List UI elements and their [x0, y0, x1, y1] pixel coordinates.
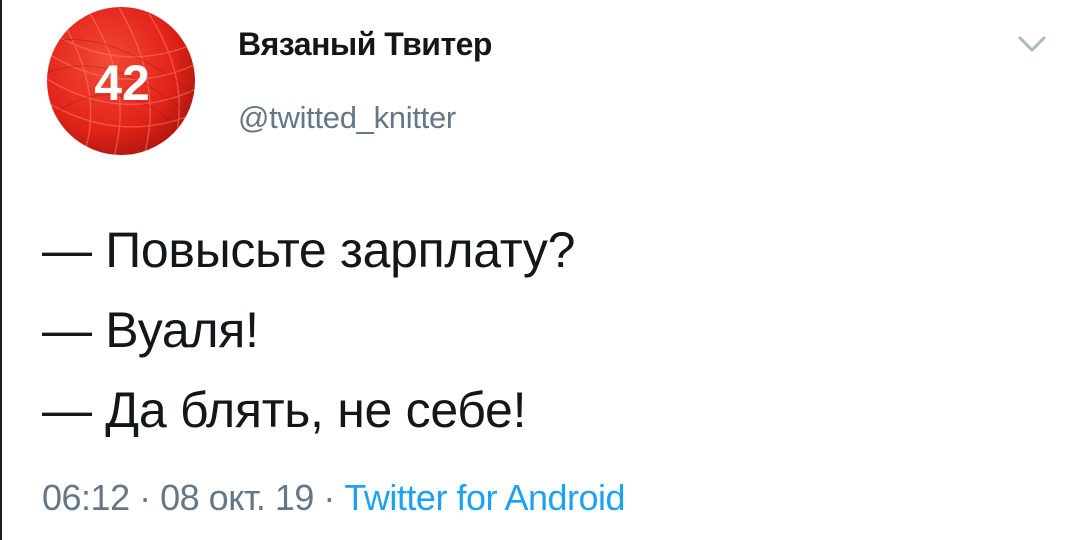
- yarn-ball-avatar-icon: 42: [47, 7, 195, 155]
- tweet-menu-button[interactable]: [1012, 30, 1052, 60]
- author-display-name[interactable]: Вязаный Твитер: [238, 26, 492, 63]
- chevron-down-icon: [1018, 36, 1046, 52]
- tweet-text: — Повысьте зарплату? — Вуаля! — Да блять…: [42, 210, 1002, 450]
- avatar[interactable]: 42: [44, 4, 198, 158]
- tweet-source-link[interactable]: Twitter for Android: [344, 477, 625, 518]
- avatar-badge-number: 42: [94, 55, 150, 111]
- meta-separator: ·: [323, 477, 335, 518]
- tweet-card: 42 Вязаный Твитер @twitted_knitter — Пов…: [0, 0, 1080, 540]
- tweet-meta: 06:12 · 08 окт. 19 · Twitter for Android: [42, 476, 626, 520]
- tweet-date[interactable]: 08 окт. 19: [160, 477, 314, 518]
- author-handle[interactable]: @twitted_knitter: [238, 100, 456, 136]
- tweet-time[interactable]: 06:12: [42, 477, 130, 518]
- tweet-line: — Вуаля!: [42, 302, 259, 358]
- tweet-line: — Повысьте зарплату?: [42, 222, 576, 278]
- tweet-line: — Да блять, не себе!: [42, 382, 527, 438]
- meta-separator: ·: [139, 477, 151, 518]
